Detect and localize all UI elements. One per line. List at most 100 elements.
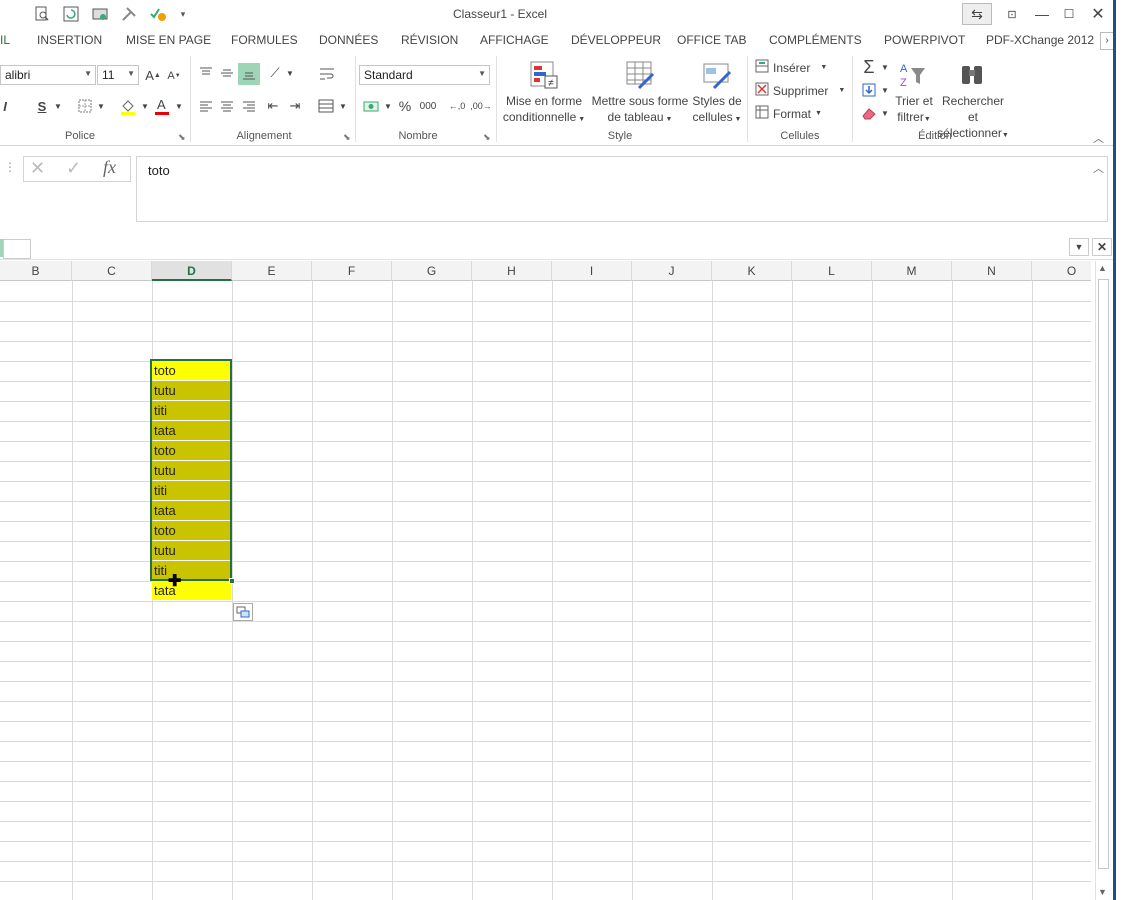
cell-d[interactable]: tutu <box>152 461 231 480</box>
ribbon-display-icon[interactable]: ⊡ <box>1000 3 1024 25</box>
wrap-text-icon[interactable] <box>317 64 337 84</box>
tab-formules[interactable]: FORMULES <box>231 33 298 47</box>
column-header[interactable]: C <box>72 261 152 281</box>
column-header[interactable]: L <box>792 261 872 281</box>
cell-d[interactable]: titi <box>152 561 231 580</box>
tab-mise-en-page[interactable]: MISE EN PAGE <box>126 33 211 47</box>
thousands-button[interactable]: 000 <box>417 97 439 115</box>
worksheet-grid[interactable]: B C D E F G H I J K L M N O toto tutu ti… <box>0 261 1091 900</box>
cell-d[interactable]: toto <box>152 361 231 380</box>
column-header[interactable]: F <box>312 261 392 281</box>
sort-filter-icon[interactable]: AZ <box>897 59 929 91</box>
percent-button[interactable]: % <box>396 97 414 115</box>
close-icon[interactable]: ✕ <box>1086 3 1110 25</box>
chevron-down-icon[interactable]: ▼ <box>174 99 184 113</box>
chevron-down-icon[interactable]: ▼ <box>285 66 295 80</box>
fill-color-icon[interactable] <box>118 96 138 116</box>
display-options-icon[interactable]: ⇆ <box>962 3 992 25</box>
decrease-indent-icon[interactable]: ⇤ <box>264 97 282 115</box>
align-top-icon[interactable] <box>197 64 215 82</box>
grow-font-icon[interactable]: A ▲ <box>145 66 161 84</box>
cell-d[interactable]: titi <box>152 401 231 420</box>
minimize-icon[interactable]: — <box>1030 3 1054 25</box>
increase-decimal-icon[interactable]: ←,0 <box>446 97 468 115</box>
decrease-decimal-icon[interactable]: ,00→ <box>470 97 492 115</box>
insert-function-button[interactable]: fx <box>103 157 116 178</box>
column-header[interactable]: J <box>632 261 712 281</box>
fill-handle[interactable] <box>229 578 235 584</box>
formula-input[interactable]: toto <box>136 156 1108 222</box>
nombre-launcher-icon[interactable]: ⬊ <box>483 132 491 143</box>
close-tab-icon[interactable]: ✕ <box>1092 238 1112 256</box>
chevron-down-icon[interactable]: ▼ <box>383 99 393 113</box>
column-header[interactable]: O <box>1032 261 1091 281</box>
number-format-combo[interactable]: Standard ▼ <box>359 65 490 85</box>
fill-down-icon[interactable] <box>860 81 878 99</box>
tab-pdf-xchange[interactable]: PDF-XChange 2012 <box>986 33 1094 47</box>
scroll-down-icon[interactable]: ▼ <box>1098 887 1107 897</box>
merge-center-icon[interactable] <box>316 96 336 116</box>
cell-d[interactable]: toto <box>152 521 231 540</box>
autosum-icon[interactable]: Σ <box>858 57 880 77</box>
cell-d[interactable]: tutu <box>152 541 231 560</box>
italic-button[interactable]: I <box>0 97 10 115</box>
chevron-down-icon[interactable]: ▼ <box>140 99 150 113</box>
borders-icon[interactable] <box>76 97 94 115</box>
cell-styles-button[interactable]: Styles de cellules ▼ <box>690 93 744 128</box>
sort-filter-button[interactable]: Trier et filtrer▼ <box>892 93 936 128</box>
chevron-down-icon[interactable]: ▼ <box>96 99 106 113</box>
increase-indent-icon[interactable]: ⇥ <box>286 97 304 115</box>
format-as-table-icon[interactable] <box>624 59 656 91</box>
scrollbar-thumb[interactable] <box>1098 279 1109 869</box>
tab-donnees[interactable]: DONNÉES <box>319 33 378 47</box>
column-header[interactable]: K <box>712 261 792 281</box>
cell-d[interactable]: titi <box>152 481 231 500</box>
cell-d[interactable]: tata <box>152 421 231 440</box>
tab-office-tab[interactable]: OFFICE TAB <box>677 33 747 47</box>
cell-d[interactable]: toto <box>152 441 231 460</box>
tab-powerpivot[interactable]: POWERPIVOT <box>884 33 965 47</box>
autofill-options-icon[interactable] <box>233 603 253 621</box>
align-right-icon[interactable] <box>240 97 258 115</box>
column-header-selected[interactable]: D <box>152 261 232 281</box>
insert-cells-button[interactable]: Insérer ▼ <box>755 59 827 76</box>
column-header[interactable]: B <box>0 261 72 281</box>
cell-d[interactable]: tata <box>152 501 231 520</box>
conditional-format-button[interactable]: Mise en forme conditionnelle ▼ <box>500 93 588 128</box>
align-left-icon[interactable] <box>197 97 215 115</box>
align-bottom-icon[interactable] <box>238 63 260 85</box>
tabs-scroll-right-icon[interactable]: › <box>1100 32 1114 50</box>
enter-check-icon[interactable]: ✓ <box>66 158 81 179</box>
column-header[interactable]: E <box>232 261 312 281</box>
column-header[interactable]: G <box>392 261 472 281</box>
delete-cells-button[interactable]: Supprimer ▼ <box>755 82 845 99</box>
underline-button[interactable]: S <box>35 97 49 115</box>
format-cells-button[interactable]: Format ▼ <box>755 105 822 122</box>
tabs-menu-icon[interactable]: ▼ <box>1069 238 1089 256</box>
conditional-format-icon[interactable]: ≠ <box>528 59 560 91</box>
chevron-down-icon[interactable]: ▼ <box>338 99 348 113</box>
orientation-icon[interactable]: ⟋ <box>266 64 284 82</box>
police-launcher-icon[interactable]: ⬊ <box>178 132 186 143</box>
cell-d[interactable]: tata <box>152 581 231 600</box>
currency-icon[interactable] <box>362 97 382 115</box>
column-header[interactable]: N <box>952 261 1032 281</box>
maximize-icon[interactable]: ☐ <box>1057 3 1081 25</box>
chevron-down-icon[interactable]: ▼ <box>53 99 63 113</box>
collapse-formula-bar-icon[interactable]: ︿ <box>1093 160 1104 176</box>
tab-affichage[interactable]: AFFICHAGE <box>480 33 549 47</box>
align-center-icon[interactable] <box>218 97 236 115</box>
align-middle-icon[interactable] <box>218 64 236 82</box>
column-header[interactable]: H <box>472 261 552 281</box>
column-header[interactable]: I <box>552 261 632 281</box>
tab-accueil[interactable]: IL <box>0 33 10 47</box>
alignement-launcher-icon[interactable]: ⬊ <box>343 132 351 143</box>
collapse-ribbon-icon[interactable]: ︿ <box>1093 130 1104 146</box>
cancel-icon[interactable]: ✕ <box>30 158 45 179</box>
eraser-icon[interactable] <box>860 104 878 122</box>
cell-d[interactable]: tutu <box>152 381 231 400</box>
chevron-down-icon[interactable]: ▼ <box>880 60 890 74</box>
shrink-font-icon[interactable]: A ▼ <box>167 68 181 84</box>
cell-styles-icon[interactable] <box>701 59 733 91</box>
chevron-down-icon[interactable]: ▼ <box>880 106 890 120</box>
